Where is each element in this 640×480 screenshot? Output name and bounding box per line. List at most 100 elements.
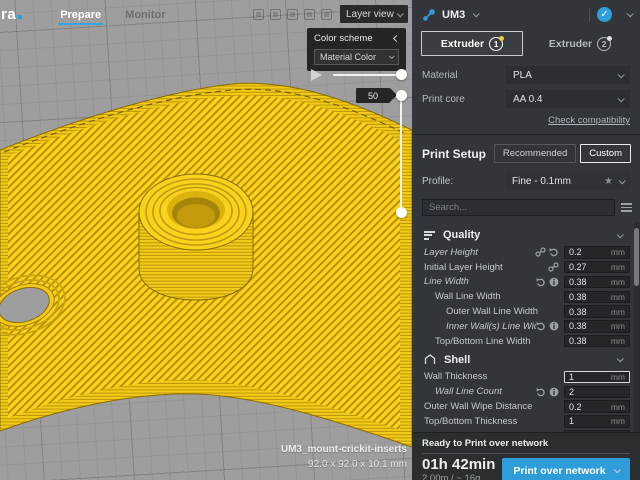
extruder-tab-1[interactable]: Extruder 1 [421, 31, 523, 56]
setting-value-field[interactable]: 0.38 mm [564, 305, 630, 318]
setting-value-field[interactable]: 1 mm [564, 371, 630, 384]
color-scheme-dropdown[interactable]: Material Color [314, 49, 399, 65]
layer-number-value: 50 [368, 91, 378, 101]
material-label: Material [422, 70, 506, 81]
chevron-down-icon [613, 466, 620, 473]
setting-row[interactable]: Top/Bottom Thickness 1 mm [412, 414, 640, 429]
tab-monitor[interactable]: Monitor [113, 1, 177, 27]
setting-value-field[interactable]: 0.2 mm [564, 400, 630, 413]
setting-row[interactable]: Wall Thickness 1 mm [412, 370, 640, 385]
machine-header[interactable]: UM3 ✓ [412, 0, 640, 27]
material-color-dot [607, 36, 612, 41]
revert-icon[interactable] [549, 247, 559, 257]
setting-unit: mm [611, 262, 625, 272]
star-icon: ★ [604, 176, 613, 187]
info-icon[interactable] [549, 387, 559, 397]
info-icon[interactable] [549, 277, 559, 287]
setting-value: 0.38 [569, 277, 611, 287]
section-header-quality[interactable]: Quality [412, 224, 640, 245]
custom-mode-button[interactable]: Custom [580, 144, 631, 163]
setting-row[interactable]: Wall Line Count 2 [412, 384, 640, 399]
chevron-down-icon[interactable] [627, 10, 634, 17]
scrollbar-track[interactable] [634, 222, 640, 432]
profile-label: Profile: [422, 176, 506, 187]
job-bar: Ready to Print over network 01h 42min 2.… [412, 432, 640, 480]
chevron-down-icon [473, 10, 480, 17]
view-mode-dropdown[interactable]: Layer view [340, 5, 408, 23]
path-slider-handle[interactable] [396, 69, 407, 80]
setting-row[interactable]: Line Width 0.38 mm [412, 275, 640, 290]
setting-value-field[interactable]: 0.38 mm [564, 320, 630, 333]
quality-icon [424, 231, 435, 240]
setting-value-field[interactable]: 0.27 mm [564, 261, 630, 274]
extruder-tab-2[interactable]: Extruder 2 [529, 31, 631, 56]
setup-mode-switch: RecommendedCustom [494, 144, 631, 163]
setting-value-field[interactable]: 0 mm [564, 430, 630, 432]
revert-icon[interactable] [536, 387, 546, 397]
setting-row[interactable]: Outer Wall Inset 0 mm [412, 429, 640, 432]
viewport-toolbar [253, 9, 332, 20]
setting-row[interactable]: Wall Line Width 0.38 mm [412, 289, 640, 304]
settings-search-input[interactable] [422, 199, 615, 216]
setting-row[interactable]: Initial Layer Height 0.27 mm [412, 260, 640, 275]
setting-label: Wall Line Width [424, 291, 559, 302]
setting-row[interactable]: Outer Wall Line Width 0.38 mm [412, 304, 640, 319]
setting-value: 0.2 [569, 402, 611, 412]
layer-slider-top-handle[interactable] [396, 90, 407, 101]
setting-value: 0 [569, 431, 611, 432]
info-icon[interactable] [549, 321, 559, 331]
model-cylinder[interactable] [139, 174, 253, 300]
setting-value-field[interactable]: 0.38 mm [564, 291, 630, 304]
revert-icon[interactable] [536, 277, 546, 287]
setting-value-field[interactable]: 0.38 mm [564, 276, 630, 289]
cura-logo-dot [18, 15, 22, 19]
stage-tabs: PrepareMonitor [48, 1, 177, 27]
setting-unit: mm [611, 402, 625, 412]
setting-row[interactable]: Outer Wall Wipe Distance 0.2 mm [412, 399, 640, 414]
layer-slider-bottom-handle[interactable] [396, 207, 407, 218]
revert-icon[interactable] [536, 321, 546, 331]
print-core-dropdown[interactable]: AA 0.4 [506, 90, 630, 108]
print-core-row: Print core AA 0.4 [412, 87, 640, 111]
view-icon-2[interactable] [270, 9, 281, 20]
setting-row[interactable]: Layer Height 0.2 mm [412, 245, 640, 260]
color-scheme-value: Material Color [320, 52, 376, 62]
setting-value: 0.38 [569, 336, 611, 346]
view-icon-3[interactable] [287, 9, 298, 20]
recommended-mode-button[interactable]: Recommended [494, 144, 576, 163]
settings-menu-icon[interactable] [621, 203, 632, 212]
material-dropdown[interactable]: PLA [506, 66, 630, 84]
link-icon [535, 247, 546, 257]
check-compatibility-link[interactable]: Check compatibility [548, 115, 630, 126]
play-button[interactable] [311, 69, 322, 81]
sidebar-panel: UM3 ✓ Extruder 1 Extruder 2 Material PLA… [412, 0, 640, 480]
model-info: UM3_mount-crickit-inserts 92.0 x 92.0 x … [281, 444, 407, 470]
setting-value-field[interactable]: 1 mm [564, 415, 630, 428]
collapse-icon[interactable] [393, 35, 400, 42]
setting-value-field[interactable]: 0.38 mm [564, 335, 630, 348]
setting-value-field[interactable]: 2 [564, 386, 630, 399]
profile-row: Profile: Fine - 0.1mm ★ [412, 169, 640, 195]
extruder-number-icon: 1 [489, 37, 503, 51]
section-header-shell[interactable]: Shell [412, 349, 640, 370]
connection-check-icon[interactable]: ✓ [597, 7, 612, 22]
path-slider-track[interactable] [333, 74, 403, 76]
setting-unit: mm [611, 372, 625, 382]
view-icon-4[interactable] [304, 9, 315, 20]
setting-unit: mm [611, 277, 625, 287]
view-icon-1[interactable] [253, 9, 264, 20]
viewport-3d[interactable]: ra PrepareMonitor Layer view Color schem… [0, 0, 412, 480]
view-icon-5[interactable] [321, 9, 332, 20]
section-title: Quality [443, 229, 480, 241]
setting-row[interactable]: Inner Wall(s) Line Width 0.38 mm [412, 319, 640, 334]
setting-row[interactable]: Top/Bottom Line Width 0.38 mm [412, 334, 640, 349]
settings-list[interactable]: Quality Layer Height 0.2 mmInitial Layer… [412, 222, 640, 432]
print-over-network-button[interactable]: Print over network [502, 458, 630, 480]
layer-slider-track[interactable] [400, 95, 402, 213]
profile-dropdown[interactable]: Fine - 0.1mm ★ [506, 172, 630, 190]
setting-value-field[interactable]: 0.2 mm [564, 246, 630, 259]
material-value: PLA [513, 70, 532, 81]
scrollbar-thumb[interactable] [634, 228, 639, 286]
tab-prepare[interactable]: Prepare [48, 1, 113, 27]
sliced-model[interactable] [0, 0, 412, 480]
